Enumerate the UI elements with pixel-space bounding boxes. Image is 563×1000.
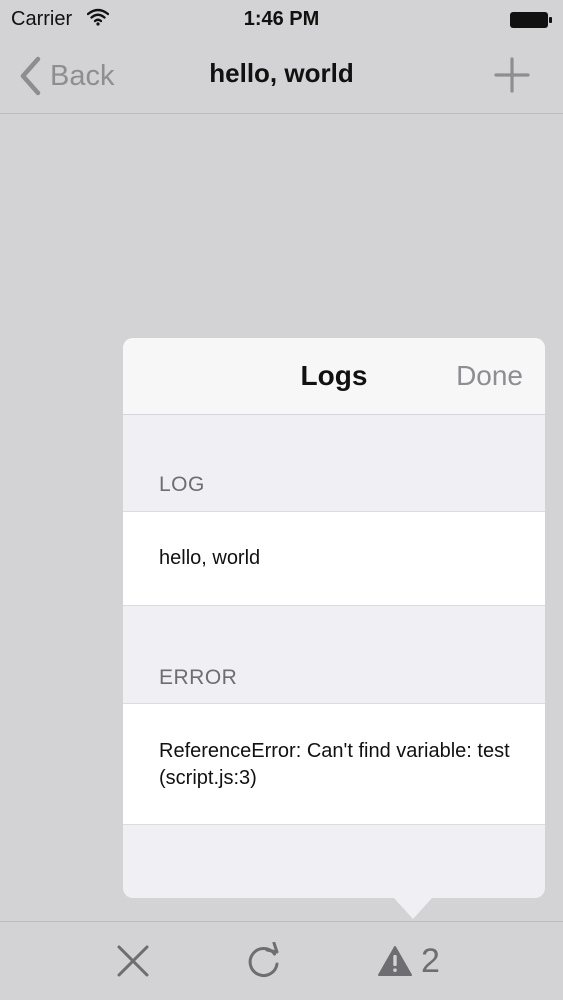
warnings-button[interactable]: 2: [377, 941, 440, 981]
section-header-log: LOG: [159, 473, 205, 496]
list-item[interactable]: hello, world: [123, 511, 545, 606]
section-header-error: ERROR: [159, 666, 238, 689]
battery-icon: [510, 12, 552, 28]
plus-icon[interactable]: [493, 56, 531, 94]
page-title: hello, world: [209, 58, 354, 88]
reload-icon[interactable]: [246, 942, 282, 980]
error-entry-text: ReferenceError: Can't find variable: tes…: [159, 740, 510, 789]
log-entry-text: hello, world: [159, 547, 261, 569]
status-time: 1:46 PM: [243, 8, 320, 30]
status-bar: Carrier 1:46 PM: [0, 0, 563, 40]
done-button[interactable]: Done: [456, 360, 523, 392]
logs-popover: Logs Done LOG hello, world ERROR Referen…: [123, 338, 545, 898]
close-icon[interactable]: [116, 944, 150, 978]
bottom-toolbar: 2: [0, 921, 563, 1000]
warning-count: 2: [421, 941, 440, 980]
popover-header: Logs Done: [123, 338, 545, 415]
popover-arrow: [393, 897, 433, 919]
popover-title-text: Logs: [300, 360, 368, 391]
list-item[interactable]: ReferenceError: Can't find variable: tes…: [123, 703, 545, 825]
warning-icon: [378, 946, 412, 976]
navigation-bar: Back hello, world: [0, 40, 563, 114]
